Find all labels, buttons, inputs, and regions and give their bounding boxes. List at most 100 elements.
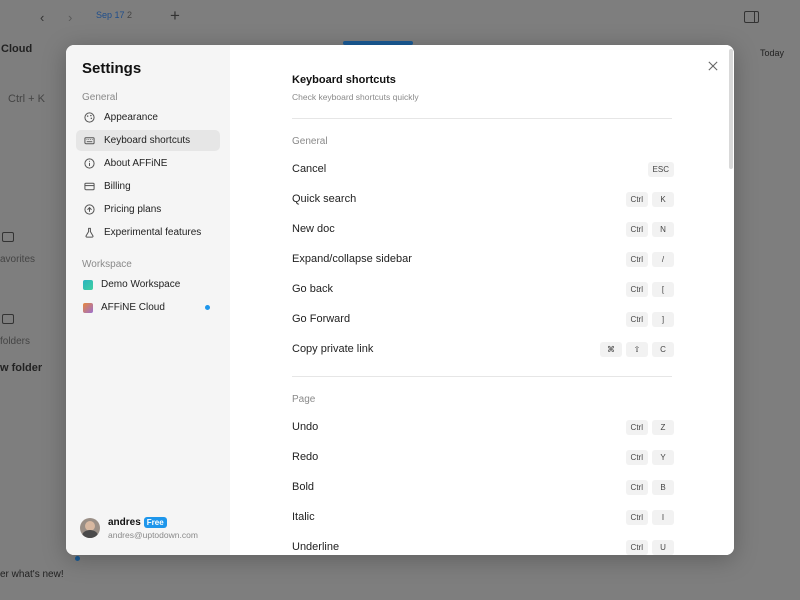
key-cap: U [652, 539, 674, 555]
key-cap: Ctrl [625, 191, 648, 207]
nav-label: AFFiNE Cloud [101, 302, 165, 313]
key-cap: K [652, 191, 674, 207]
flask-icon [82, 226, 96, 240]
shortcut-row: Italic Ctrl I [292, 507, 674, 527]
shortcut-row: Underline Ctrl U [292, 537, 674, 555]
settings-content: Keyboard shortcuts Check keyboard shortc… [230, 45, 734, 555]
nav-label: About AFFiNE [104, 158, 168, 169]
settings-sidebar: Settings General Appearance Keyboard sho… [66, 45, 230, 555]
key-cap: / [652, 251, 674, 267]
nav-keyboard-shortcuts[interactable]: Keyboard shortcuts [76, 130, 220, 151]
shortcut-label: Redo [292, 451, 319, 463]
key-cap: C [652, 341, 674, 357]
sidebar-toggle-icon[interactable] [744, 11, 759, 23]
favorites-icon [2, 232, 14, 242]
shortcut-label: Expand/collapse sidebar [292, 253, 412, 265]
page-subtitle: Check keyboard shortcuts quickly [292, 92, 419, 102]
section-label-general: General [292, 136, 328, 147]
page-title: Keyboard shortcuts [292, 74, 396, 86]
sidebar-workspace-name: Cloud [1, 43, 33, 55]
key-cap: Ctrl [625, 251, 648, 267]
shortcut-label: Cancel [292, 163, 327, 175]
workspace-group-label: Workspace [82, 259, 132, 270]
shortcut-row: Quick search Ctrl K [292, 189, 674, 209]
key-cap: Ctrl [625, 509, 648, 525]
key-cap: ⌘ [600, 341, 622, 357]
avatar [80, 518, 100, 538]
nav-workspace-demo[interactable]: Demo Workspace [76, 274, 220, 295]
key-cap: Y [652, 449, 674, 465]
palette-icon [82, 111, 96, 125]
whats-new-link[interactable]: er what's new! [0, 569, 64, 580]
new-folder-button[interactable]: w folder [0, 362, 42, 374]
key-cap: I [652, 509, 674, 525]
nav-label: Pricing plans [104, 204, 162, 215]
upgrade-icon [82, 203, 96, 217]
settings-modal: Settings General Appearance Keyboard sho… [66, 45, 734, 555]
shortcut-label: Undo [292, 421, 319, 433]
workspace-avatar [83, 279, 93, 290]
folder-icon [2, 314, 14, 324]
key-cap: Ctrl [625, 479, 648, 495]
key-cap: ⇧ [626, 341, 648, 357]
key-cap: Ctrl [625, 281, 648, 297]
nav-about-affine[interactable]: About AFFiNE [76, 153, 220, 174]
key-cap: ] [652, 311, 674, 327]
key-cap: ESC [647, 161, 674, 177]
nav-label: Appearance [104, 112, 158, 123]
new-tab-icon[interactable]: + [170, 6, 180, 26]
key-cap: B [652, 479, 674, 495]
user-email: andres@uptodown.com [108, 529, 198, 540]
scrollbar[interactable] [729, 49, 733, 169]
nav-label: Keyboard shortcuts [104, 135, 191, 146]
section-label-page: Page [292, 394, 316, 405]
nav-label: Demo Workspace [101, 279, 181, 290]
shortcut-label: Bold [292, 481, 315, 493]
shortcut-label: Italic [292, 511, 315, 523]
nav-label: Billing [104, 181, 131, 192]
settings-title: Settings [82, 60, 142, 77]
nav-billing[interactable]: Billing [76, 176, 220, 197]
key-cap: Z [652, 419, 674, 435]
divider [292, 118, 672, 119]
shortcut-row: Copy private link ⌘ ⇧ C [292, 339, 674, 359]
key-cap: Ctrl [625, 311, 648, 327]
forward-arrow-icon[interactable]: › [68, 10, 72, 25]
user-name: andres [108, 516, 141, 528]
shortcut-row: Go Forward Ctrl] [292, 309, 674, 329]
app-topbar: ‹ › Sep 17 2 + [0, 0, 800, 34]
key-cap: [ [652, 281, 674, 297]
nav-workspace-affine-cloud[interactable]: AFFiNE Cloud [76, 297, 220, 318]
folders-label: folders [0, 336, 31, 347]
shortcut-label: Go back [292, 283, 333, 295]
shortcut-row: Redo Ctrl Y [292, 447, 674, 467]
nav-appearance[interactable]: Appearance [76, 107, 220, 128]
search-shortcut-hint: Ctrl + K [8, 93, 45, 105]
general-group-label: General [82, 92, 118, 103]
shortcut-row: Cancel ESC [292, 159, 674, 179]
nav-experimental-features[interactable]: Experimental features [76, 222, 220, 243]
shortcut-row: Bold Ctrl B [292, 477, 674, 497]
shortcut-row: Expand/collapse sidebar Ctrl / [292, 249, 674, 269]
close-icon[interactable] [706, 59, 720, 73]
key-cap: Ctrl [625, 221, 648, 237]
today-button[interactable]: Today [760, 48, 784, 58]
doc-tab[interactable]: Sep 17 2 [96, 10, 132, 20]
divider [292, 376, 672, 377]
shortcut-label: New doc [292, 223, 335, 235]
info-icon [82, 157, 96, 171]
user-account[interactable]: andres Free andres@uptodown.com [80, 513, 220, 543]
shortcut-label: Quick search [292, 193, 357, 205]
shortcut-label: Go Forward [292, 313, 351, 325]
back-arrow-icon[interactable]: ‹ [40, 10, 44, 25]
nav-pricing-plans[interactable]: Pricing plans [76, 199, 220, 220]
shortcut-row: Go back Ctrl[ [292, 279, 674, 299]
key-cap: N [652, 221, 674, 237]
whats-new-dot [75, 556, 80, 561]
key-cap: Ctrl [625, 419, 648, 435]
key-cap: Ctrl [625, 539, 648, 555]
shortcut-label: Copy private link [292, 343, 374, 355]
keyboard-icon [82, 134, 96, 148]
shortcut-label: Underline [292, 541, 340, 553]
shortcut-row: New doc Ctrl N [292, 219, 674, 239]
